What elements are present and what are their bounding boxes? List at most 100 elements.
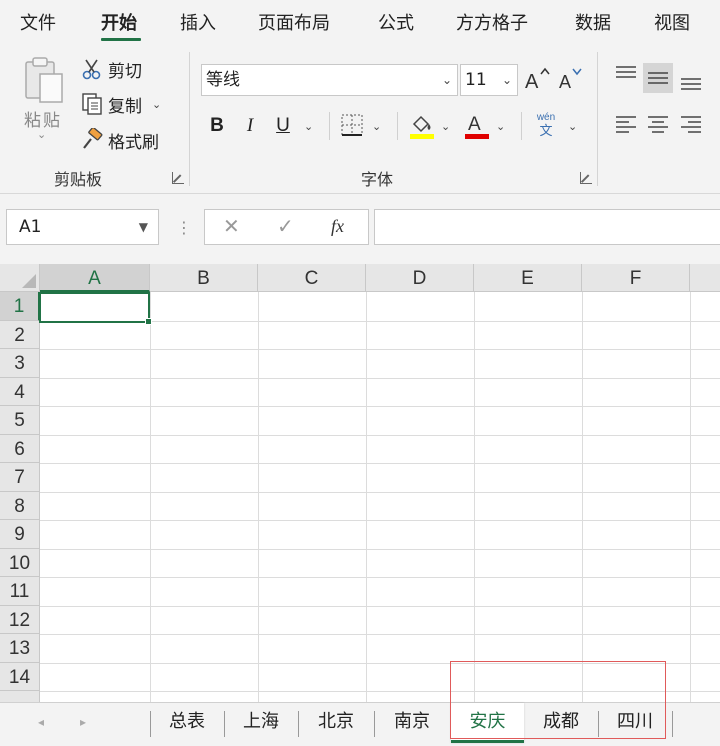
grid-line (40, 634, 720, 635)
fill-handle[interactable] (145, 318, 152, 325)
increase-font-size-icon[interactable]: A (523, 64, 551, 94)
format-painter-label: 格式刷 (108, 132, 159, 153)
grid-line (40, 406, 720, 407)
sheet-tab-nanjing[interactable]: 南京 (375, 703, 449, 743)
divider (397, 112, 398, 140)
row-header-13[interactable]: 13 (0, 634, 40, 663)
menu-tab-ffcell[interactable]: 方方格子 (456, 9, 528, 35)
menu-tab-home[interactable]: 开始 (101, 9, 137, 35)
formula-input[interactable] (374, 209, 720, 245)
underline-dropdown-icon[interactable]: ⌄ (304, 120, 313, 133)
grid-line (474, 292, 475, 702)
row-header-partial[interactable] (0, 691, 40, 702)
menu-tab-page-layout[interactable]: 页面布局 (258, 9, 330, 35)
paste-dropdown-icon[interactable]: ⌄ (37, 128, 46, 141)
grid-line (40, 577, 720, 578)
cut-button[interactable]: 剪切 (80, 56, 142, 82)
scroll-right-icon[interactable]: ▸ (80, 715, 86, 729)
select-all-icon (22, 274, 36, 288)
row-header-12[interactable]: 12 (0, 605, 40, 634)
copy-label: 复制 (108, 96, 142, 117)
row-header-6[interactable]: 6 (0, 434, 40, 463)
underline-button[interactable]: U (271, 110, 295, 142)
align-top-icon[interactable] (611, 60, 641, 90)
active-cell-a1[interactable] (39, 292, 150, 323)
grid-line (366, 292, 367, 702)
grid-line (40, 377, 720, 379)
row-header-11[interactable]: 11 (0, 577, 40, 606)
menu-tab-insert[interactable]: 插入 (180, 9, 216, 35)
grid-line (40, 491, 720, 493)
bold-button[interactable]: B (205, 110, 229, 142)
resize-handle-icon[interactable]: ⋮ (176, 218, 192, 237)
menu-tab-formulas[interactable]: 公式 (378, 9, 414, 35)
font-group-label: 字体 (361, 170, 394, 189)
row-header-8[interactable]: 8 (0, 491, 40, 520)
column-header-next[interactable] (690, 264, 720, 292)
row-header-5[interactable]: 5 (0, 406, 40, 435)
italic-button[interactable]: I (238, 110, 262, 142)
align-middle-button[interactable] (643, 63, 673, 93)
divider (521, 112, 522, 140)
row-header-2[interactable]: 2 (0, 320, 40, 349)
row-header-10[interactable]: 10 (0, 548, 40, 577)
sheet-tab-zongbiao[interactable]: 总表 (151, 703, 223, 743)
align-bottom-icon[interactable] (676, 66, 706, 96)
group-divider (189, 52, 190, 186)
copy-icon (82, 93, 102, 115)
row-header-14[interactable]: 14 (0, 662, 40, 691)
row-header-9[interactable]: 9 (0, 520, 40, 549)
phonetic-guide-button[interactable]: wén 文 (532, 112, 560, 140)
row-header-1[interactable]: 1 (0, 292, 40, 321)
grid-line (40, 520, 720, 521)
paintbrush-icon (83, 128, 103, 149)
column-header-b[interactable]: B (150, 264, 258, 292)
format-painter-button[interactable]: 格式刷 (80, 127, 159, 153)
column-header-e[interactable]: E (474, 264, 582, 292)
menu-tab-file[interactable]: 文件 (20, 9, 56, 35)
copy-button[interactable]: 复制 ⌄ (80, 91, 161, 117)
copy-dropdown-icon[interactable]: ⌄ (152, 98, 161, 111)
clipboard-group-label: 剪贴板 (54, 170, 103, 189)
row-header-3[interactable]: 3 (0, 349, 40, 378)
name-box[interactable]: A1 ▼ (6, 209, 159, 245)
confirm-icon[interactable]: ✓ (277, 214, 294, 238)
fill-color-icon[interactable] (408, 110, 436, 140)
align-right-icon[interactable] (676, 110, 706, 140)
font-color-dropdown-icon[interactable]: ⌄ (496, 120, 505, 133)
sheet-tab-shanghai[interactable]: 上海 (225, 703, 297, 743)
cancel-icon[interactable]: ✕ (223, 214, 240, 238)
align-center-icon[interactable] (643, 110, 673, 140)
insert-function-button[interactable]: fx (331, 216, 344, 237)
font-color-icon[interactable]: A (463, 110, 491, 140)
svg-text:A: A (559, 72, 571, 92)
font-name-select[interactable]: 等线 ⌄ (201, 64, 458, 96)
column-header-a[interactable]: A (40, 264, 150, 292)
column-header-c[interactable]: C (258, 264, 366, 292)
scroll-left-icon[interactable]: ◂ (38, 715, 44, 729)
formula-buttons: ✕ ✓ fx (204, 209, 369, 245)
borders-icon[interactable] (340, 113, 364, 137)
align-left-icon[interactable] (611, 110, 641, 140)
borders-dropdown-icon[interactable]: ⌄ (372, 120, 381, 133)
font-launcher-icon[interactable] (580, 172, 592, 184)
sheet-tab-beijing[interactable]: 北京 (299, 703, 373, 743)
select-all-corner[interactable] (0, 264, 40, 292)
phonetic-bottom: 文 (539, 124, 553, 139)
fill-color-dropdown-icon[interactable]: ⌄ (441, 120, 450, 133)
svg-text:A: A (525, 71, 539, 93)
menu-tab-data[interactable]: 数据 (575, 9, 611, 35)
clipboard-launcher-icon[interactable] (172, 172, 184, 184)
decrease-font-size-icon[interactable]: A (557, 64, 585, 94)
menu-tab-view[interactable]: 视图 (654, 9, 690, 35)
font-size-select[interactable]: 11 ⌄ (460, 64, 518, 96)
row-header-4[interactable]: 4 (0, 377, 40, 406)
font-name-value: 等线 (206, 70, 240, 90)
column-header-f[interactable]: F (582, 264, 690, 292)
paste-icon[interactable] (22, 56, 66, 104)
spreadsheet-grid[interactable]: A B C D E F 1 2 3 4 5 6 7 8 9 10 11 12 1… (0, 264, 720, 702)
phonetic-dropdown-icon[interactable]: ⌄ (568, 120, 577, 133)
chevron-down-icon[interactable]: ▼ (139, 210, 148, 244)
column-header-d[interactable]: D (366, 264, 474, 292)
row-header-7[interactable]: 7 (0, 463, 40, 492)
